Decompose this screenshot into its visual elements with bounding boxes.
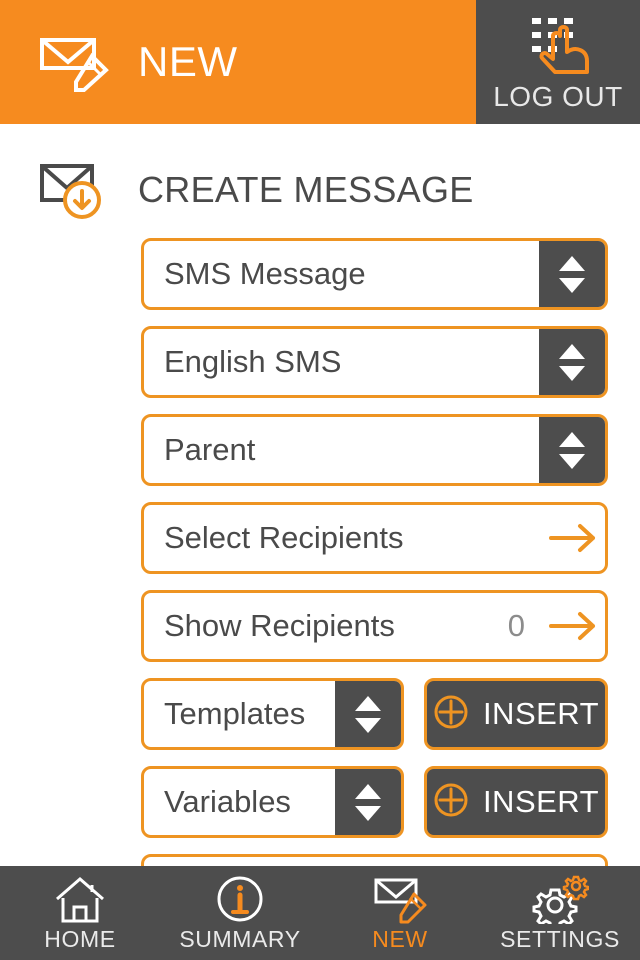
recipients-count: 0	[507, 608, 525, 643]
app-screen: NEW LOG OUT CREATE MESSAGE SMS Message E…	[0, 0, 640, 960]
message-type-value: SMS Message	[164, 256, 366, 291]
insert-variable-label: INSERT	[482, 784, 600, 819]
chevron-up-icon	[355, 783, 381, 799]
select-recipients-label: Select Recipients	[164, 520, 404, 555]
nav-label-summary: SUMMARY	[179, 925, 301, 952]
nav-item-new[interactable]: NEW	[320, 866, 480, 960]
form-row: English SMS	[0, 326, 640, 414]
message-type-select[interactable]: SMS Message	[141, 238, 608, 310]
gears-icon	[531, 874, 589, 924]
form-row: Variables INSERT	[0, 766, 640, 854]
home-icon	[54, 874, 106, 924]
create-message-form: SMS Message English SMS Parent Select Re…	[0, 238, 640, 926]
app-header: NEW LOG OUT	[0, 0, 640, 124]
logout-label: LOG OUT	[493, 81, 623, 112]
chevron-down-icon	[559, 365, 585, 381]
form-row: Templates INSERT	[0, 678, 640, 766]
variables-value: Variables	[164, 784, 291, 819]
chevron-down-icon	[355, 805, 381, 821]
language-select[interactable]: English SMS	[141, 326, 608, 398]
stepper-icon[interactable]	[539, 241, 605, 307]
stepper-icon[interactable]	[539, 329, 605, 395]
section-title: CREATE MESSAGE	[138, 169, 474, 210]
plus-circle-icon	[433, 782, 469, 823]
chevron-up-icon	[559, 255, 585, 271]
page-title: NEW	[138, 38, 238, 85]
envelope-pencil-icon	[36, 28, 110, 97]
stepper-icon[interactable]	[335, 769, 401, 835]
variables-select[interactable]: Variables	[141, 766, 404, 838]
stepper-icon[interactable]	[539, 417, 605, 483]
section-header: CREATE MESSAGE	[0, 138, 640, 242]
envelope-pencil-icon	[372, 874, 428, 924]
audience-select[interactable]: Parent	[141, 414, 608, 486]
insert-variable-button[interactable]: INSERT	[424, 766, 608, 838]
envelope-download-icon	[38, 158, 104, 222]
arrow-right-icon	[543, 610, 605, 642]
nav-label-home: HOME	[44, 925, 116, 952]
show-recipients-label: Show Recipients	[164, 608, 395, 643]
show-recipients-button[interactable]: Show Recipients 0	[141, 590, 608, 662]
bottom-nav: HOME SUMMARY NEW SETTINGS	[0, 866, 640, 960]
insert-template-button[interactable]: INSERT	[424, 678, 608, 750]
language-value: English SMS	[164, 344, 342, 379]
header-title-area: NEW	[0, 0, 476, 124]
audience-value: Parent	[164, 432, 256, 467]
chevron-down-icon	[355, 717, 381, 733]
templates-select[interactable]: Templates	[141, 678, 404, 750]
chevron-up-icon	[355, 695, 381, 711]
nav-label-settings: SETTINGS	[500, 925, 620, 952]
chevron-down-icon	[559, 453, 585, 469]
form-row: Select Recipients	[0, 502, 640, 590]
arrow-right-icon	[543, 522, 605, 554]
nav-item-home[interactable]: HOME	[0, 866, 160, 960]
nav-item-summary[interactable]: SUMMARY	[160, 866, 320, 960]
logout-button[interactable]: LOG OUT	[476, 0, 640, 124]
info-circle-icon	[215, 874, 265, 924]
insert-template-label: INSERT	[482, 696, 600, 731]
form-row: Parent	[0, 414, 640, 502]
select-recipients-button[interactable]: Select Recipients	[141, 502, 608, 574]
chevron-up-icon	[559, 431, 585, 447]
chevron-down-icon	[559, 277, 585, 293]
nav-label-new: NEW	[372, 925, 428, 952]
form-row: Show Recipients 0	[0, 590, 640, 678]
templates-value: Templates	[164, 696, 306, 731]
plus-circle-icon	[433, 694, 469, 735]
nav-item-settings[interactable]: SETTINGS	[480, 866, 640, 960]
stepper-icon[interactable]	[335, 681, 401, 747]
chevron-up-icon	[559, 343, 585, 359]
hand-pointer-keypad-icon	[520, 6, 596, 85]
form-row: SMS Message	[0, 238, 640, 326]
